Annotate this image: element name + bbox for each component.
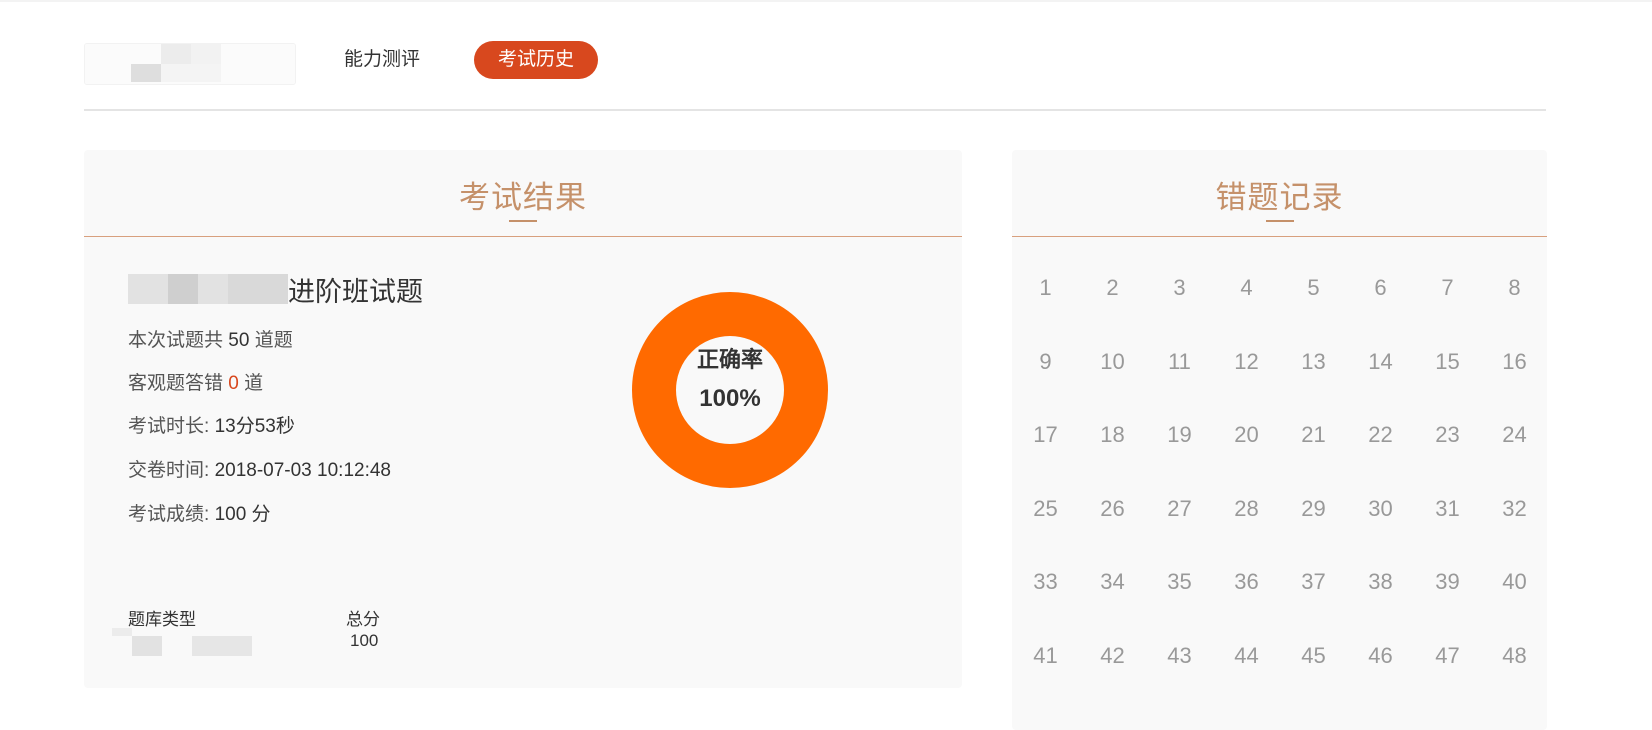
question-number[interactable]: 17 <box>1012 420 1079 450</box>
exam-result-title: 考试结果 <box>459 180 587 215</box>
question-number[interactable]: 3 <box>1146 273 1213 303</box>
question-number[interactable]: 5 <box>1280 273 1347 303</box>
total-score-header: 总分 <box>346 610 380 629</box>
question-number[interactable]: 39 <box>1414 567 1481 597</box>
question-number[interactable]: 41 <box>1012 641 1079 671</box>
question-number[interactable]: 22 <box>1347 420 1414 450</box>
nav-ability-test[interactable]: 能力测评 <box>320 41 444 79</box>
question-number[interactable]: 7 <box>1414 273 1481 303</box>
panel-divider <box>1012 236 1547 237</box>
wrong-record-title: 错题记录 <box>1215 180 1344 215</box>
bank-type-value <box>112 628 262 656</box>
question-number[interactable]: 42 <box>1079 641 1146 671</box>
question-number[interactable]: 27 <box>1146 494 1213 524</box>
question-number[interactable]: 38 <box>1347 567 1414 597</box>
question-number[interactable]: 33 <box>1012 567 1079 597</box>
title-underline <box>509 220 537 222</box>
question-number[interactable]: 35 <box>1146 567 1213 597</box>
question-number[interactable]: 9 <box>1012 347 1079 377</box>
question-number[interactable]: 20 <box>1213 420 1280 450</box>
bank-type-header: 题库类型 <box>128 610 196 629</box>
question-number[interactable]: 16 <box>1481 347 1547 377</box>
exam-duration: 考试时长: 13分53秒 <box>128 416 295 437</box>
question-number[interactable]: 36 <box>1213 567 1280 597</box>
question-number[interactable]: 43 <box>1146 641 1213 671</box>
wrong-count: 0 <box>228 373 239 394</box>
objective-wrong: 客观题答错 0 道 <box>128 373 264 394</box>
exam-score: 考试成绩: 100 分 <box>128 504 271 525</box>
question-number[interactable]: 4 <box>1213 273 1280 303</box>
total-questions: 本次试题共 50 道题 <box>128 330 293 351</box>
question-number[interactable]: 15 <box>1414 347 1481 377</box>
total-score-value: 100 <box>350 631 379 650</box>
question-number[interactable]: 28 <box>1213 494 1280 524</box>
question-number[interactable]: 19 <box>1146 420 1213 450</box>
question-number[interactable]: 25 <box>1012 494 1079 524</box>
question-number[interactable]: 48 <box>1481 641 1547 671</box>
question-number[interactable]: 26 <box>1079 494 1146 524</box>
question-number[interactable]: 44 <box>1213 641 1280 671</box>
question-number[interactable]: 34 <box>1079 567 1146 597</box>
panel-divider <box>84 236 962 237</box>
question-number[interactable]: 29 <box>1280 494 1347 524</box>
question-number[interactable]: 13 <box>1280 347 1347 377</box>
question-number[interactable]: 45 <box>1280 641 1347 671</box>
submit-time: 交卷时间: 2018-07-03 10:12:48 <box>128 460 391 481</box>
question-number[interactable]: 8 <box>1481 273 1547 303</box>
question-number[interactable]: 18 <box>1079 420 1146 450</box>
wrong-record-panel: 错题记录 1 2 3 4 5 6 7 8 9 10 11 12 13 14 15 16 17 18 19 20 21 22… <box>1012 150 1547 730</box>
question-number[interactable]: 40 <box>1481 567 1547 597</box>
question-number[interactable]: 31 <box>1414 494 1481 524</box>
logo[interactable] <box>84 43 296 85</box>
question-number[interactable]: 10 <box>1079 347 1146 377</box>
accuracy-value: 100% <box>699 385 761 412</box>
question-number[interactable]: 21 <box>1280 420 1347 450</box>
exam-result-panel: 考试结果 进阶班试题 本次试题共 50 道题 客观题答错 0 道 考试时长: 1… <box>84 150 962 688</box>
question-number[interactable]: 6 <box>1347 273 1414 303</box>
question-number[interactable]: 30 <box>1347 494 1414 524</box>
exam-name-suffix: 进阶班试题 <box>288 277 423 307</box>
question-number[interactable]: 32 <box>1481 494 1547 524</box>
question-number[interactable]: 47 <box>1414 641 1481 671</box>
header-divider <box>84 109 1546 111</box>
top-border <box>0 0 1652 2</box>
question-number[interactable]: 37 <box>1280 567 1347 597</box>
question-number[interactable]: 12 <box>1213 347 1280 377</box>
question-number[interactable]: 2 <box>1079 273 1146 303</box>
question-number[interactable]: 23 <box>1414 420 1481 450</box>
question-number[interactable]: 14 <box>1347 347 1414 377</box>
question-number[interactable]: 24 <box>1481 420 1547 450</box>
accuracy-label: 正确率 <box>696 347 763 372</box>
title-underline <box>1266 220 1294 222</box>
header: 能力测评 考试历史 <box>84 40 1546 111</box>
question-number[interactable]: 11 <box>1146 347 1213 377</box>
nav-exam-history[interactable]: 考试历史 <box>474 41 599 79</box>
question-number[interactable]: 46 <box>1347 641 1414 671</box>
question-number[interactable]: 1 <box>1012 273 1079 303</box>
